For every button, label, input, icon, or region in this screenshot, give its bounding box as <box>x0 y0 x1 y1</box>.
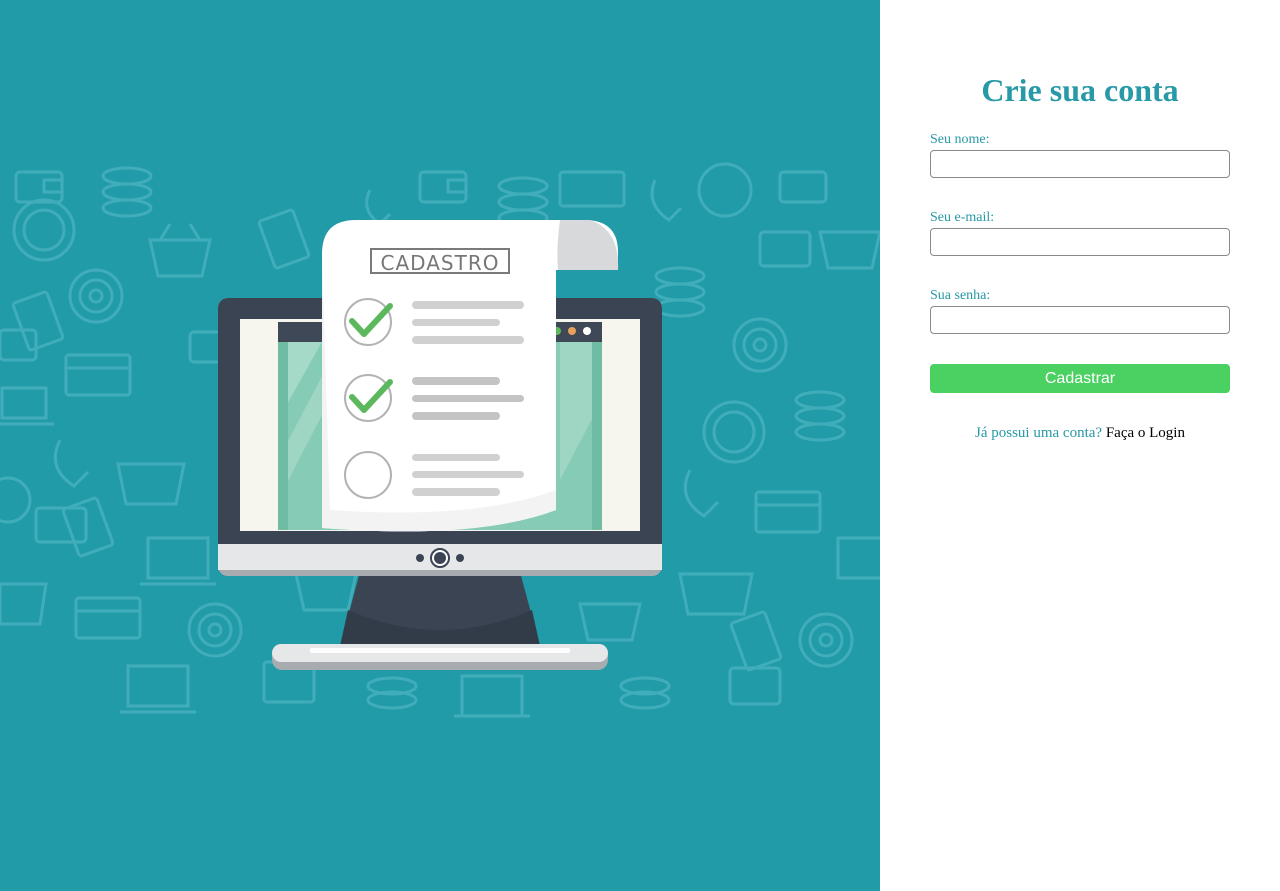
money-icon <box>11 290 65 352</box>
coins-icon <box>497 176 549 228</box>
wallet-icon <box>778 170 828 204</box>
coins-icon <box>794 390 846 442</box>
login-link[interactable]: Faça o Login <box>1106 425 1185 441</box>
laptop-icon <box>140 536 216 586</box>
signup-panel: Crie sua conta Seu nome: Seu e-mail: Sua… <box>880 0 1280 891</box>
hero-illustration: CADASTRO <box>0 162 880 718</box>
basket-icon <box>116 462 186 506</box>
credit-card-icon <box>64 353 132 397</box>
coin-ring-icon <box>702 400 766 464</box>
coins-icon <box>619 676 671 710</box>
document-heading: CADASTRO <box>381 251 500 275</box>
target-icon <box>187 602 243 658</box>
login-question: Já possui uma conta? <box>975 425 1103 441</box>
wallet-icon <box>758 230 812 268</box>
wallet-icon <box>0 328 38 362</box>
password-label: Sua senha: <box>930 288 991 303</box>
laptop-icon <box>0 386 54 426</box>
laptop-icon <box>454 674 530 718</box>
coins-icon <box>101 166 153 218</box>
credit-card-icon <box>558 170 626 208</box>
phone-icon <box>683 469 720 518</box>
basket-icon <box>0 582 48 626</box>
coin-ring-icon <box>697 162 753 218</box>
money-icon <box>257 208 311 270</box>
phone-icon <box>365 189 392 226</box>
money-icon <box>729 610 783 672</box>
wallet-icon <box>418 170 468 204</box>
coin-ring-icon <box>12 198 76 262</box>
laptop-icon <box>120 664 196 714</box>
basket-icon <box>578 602 642 642</box>
target-icon <box>0 476 32 524</box>
phone-icon <box>53 439 90 488</box>
basket-icon <box>678 572 754 616</box>
basket-icon <box>818 230 880 270</box>
credit-card-icon <box>74 596 142 640</box>
coins-icon <box>366 676 418 710</box>
target-icon <box>798 612 854 668</box>
email-label: Seu e-mail: <box>930 210 995 225</box>
laptop-icon <box>836 536 880 580</box>
wallet-icon <box>728 666 782 706</box>
target-icon <box>732 317 788 373</box>
name-field[interactable] <box>930 150 1230 178</box>
target-icon <box>68 268 124 324</box>
register-button[interactable]: Cadastrar <box>930 364 1230 393</box>
login-prompt: Já possui uma conta? Faça o Login <box>880 424 1280 442</box>
hero-illustration-panel: CADASTRO <box>0 0 880 891</box>
money-icon <box>61 496 115 558</box>
wallet-icon <box>34 506 88 544</box>
basket-icon <box>294 572 358 612</box>
name-label: Seu nome: <box>930 132 990 147</box>
email-field[interactable] <box>930 228 1230 256</box>
basket-icon <box>148 223 212 278</box>
monitor-stand <box>272 572 608 670</box>
credit-card-icon <box>754 490 822 534</box>
password-field[interactable] <box>930 306 1230 334</box>
page-title: Crie sua conta <box>981 72 1179 108</box>
phone-icon <box>650 179 683 222</box>
coins-icon <box>654 266 706 318</box>
wallet-icon <box>14 170 64 204</box>
